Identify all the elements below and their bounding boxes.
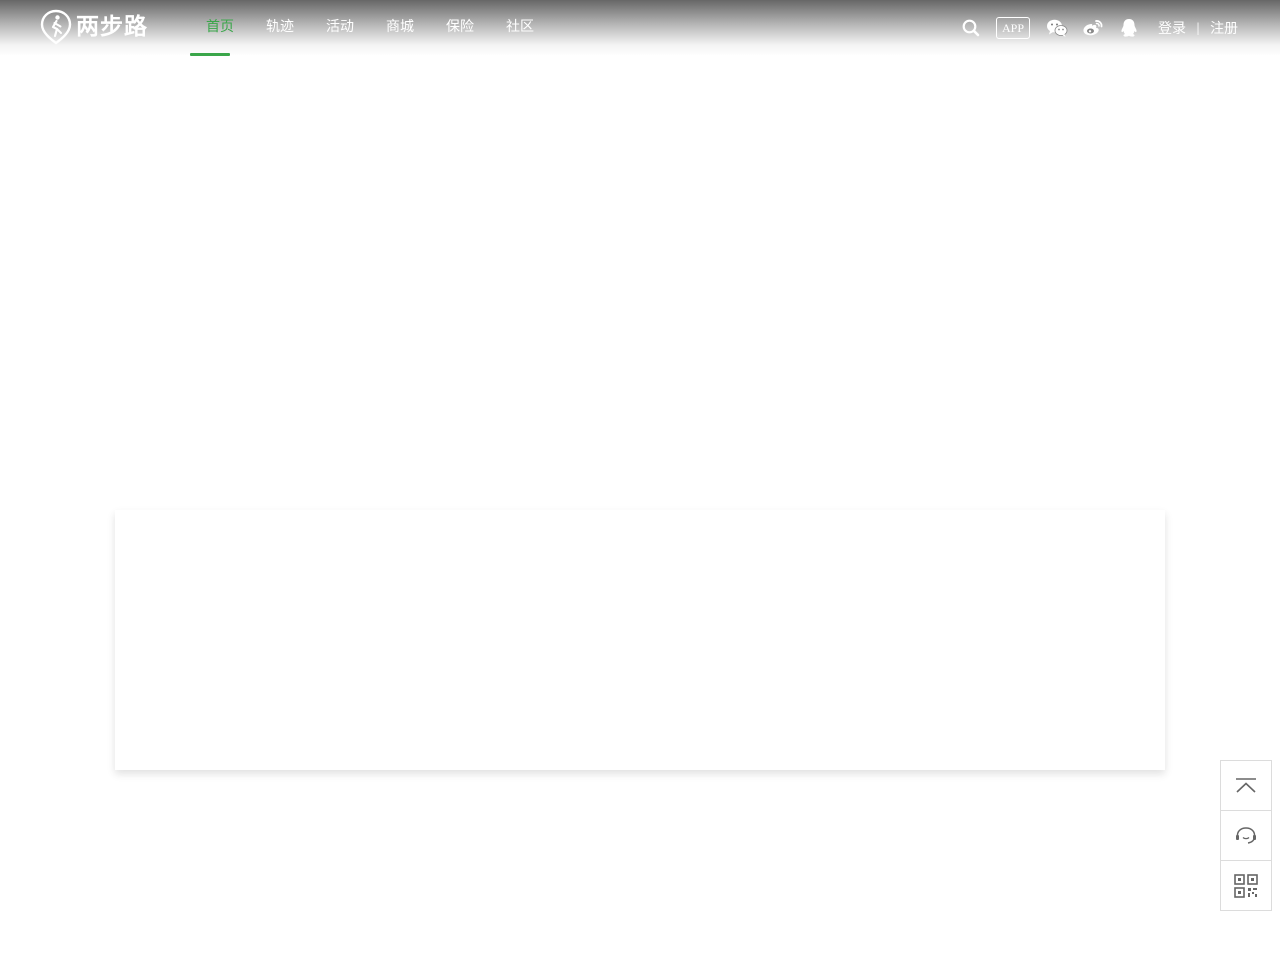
header-tools: APP 登录 | 注册 [960, 0, 1238, 56]
site-logo[interactable]: 两步路 [40, 9, 148, 45]
main-nav: 首页 轨迹 活动 商城 保险 社区 [190, 0, 550, 56]
login-link[interactable]: 登录 [1158, 18, 1186, 38]
qr-code-button[interactable] [1221, 861, 1271, 910]
nav-item-label: 活动 [326, 19, 354, 35]
auth-separator: | [1196, 21, 1201, 35]
nav-item-insurance[interactable]: 保险 [430, 0, 490, 56]
walker-pin-icon [40, 9, 72, 45]
top-navigation-bar: 两步路 首页 轨迹 活动 商城 保险 社区 APP 登录 | 注册 [0, 0, 1280, 56]
nav-item-mall[interactable]: 商城 [370, 0, 430, 56]
nav-item-label: 首页 [206, 19, 234, 35]
weibo-icon[interactable] [1082, 17, 1104, 39]
back-to-top-icon [1236, 777, 1256, 793]
auth-links: 登录 | 注册 [1158, 18, 1238, 38]
active-indicator [190, 53, 230, 56]
logo-text: 两步路 [76, 14, 148, 40]
search-icon[interactable] [960, 17, 982, 39]
nav-item-community[interactable]: 社区 [490, 0, 550, 56]
customer-service-button[interactable] [1221, 811, 1271, 861]
customer-service-icon [1236, 826, 1256, 844]
content-panel [115, 510, 1165, 770]
app-download-button[interactable]: APP [996, 17, 1031, 39]
nav-item-label: 社区 [506, 19, 534, 35]
nav-item-label: 商城 [386, 19, 414, 35]
back-to-top-button[interactable] [1221, 761, 1271, 811]
nav-item-home[interactable]: 首页 [190, 0, 250, 56]
qr-code-icon [1234, 873, 1258, 898]
wechat-icon[interactable] [1046, 17, 1068, 39]
register-link[interactable]: 注册 [1210, 18, 1238, 38]
nav-item-events[interactable]: 活动 [310, 0, 370, 56]
nav-item-label: 轨迹 [266, 19, 294, 35]
qq-icon[interactable] [1118, 17, 1140, 39]
nav-item-tracks[interactable]: 轨迹 [250, 0, 310, 56]
nav-item-label: 保险 [446, 19, 474, 35]
floating-toolbar [1220, 760, 1272, 911]
